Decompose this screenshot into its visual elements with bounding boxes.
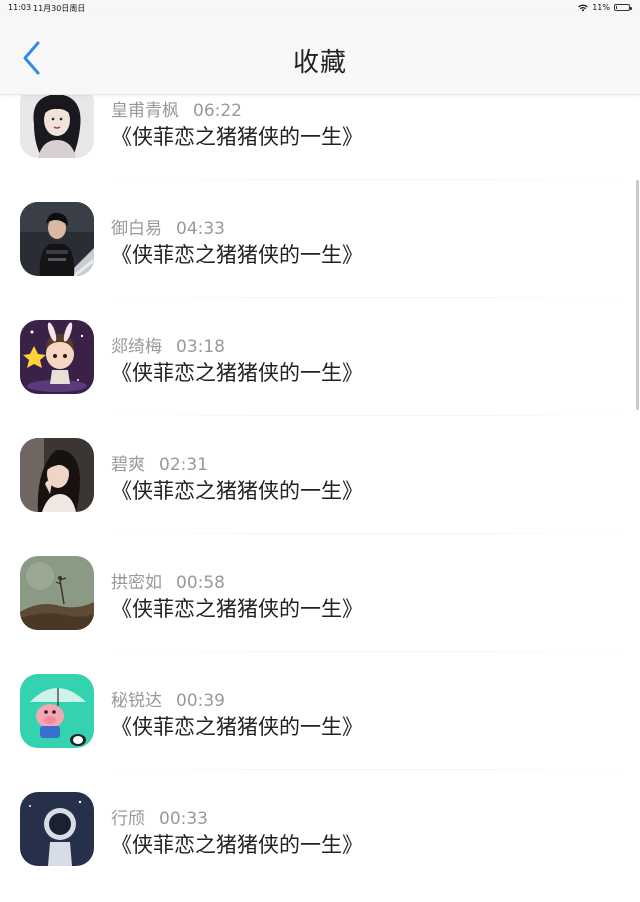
item-time: 00:39	[176, 691, 225, 711]
avatar	[20, 556, 94, 630]
item-time: 00:33	[159, 809, 208, 829]
item-meta: 碧爽 02:31	[111, 450, 208, 475]
author-name: 秘锐达	[111, 691, 162, 711]
item-title: 《侠菲恋之猪猪侠的一生》	[111, 715, 363, 739]
favorite-item[interactable]: 郯绮梅 03:18 《侠菲恋之猪猪侠的一生》	[0, 312, 640, 430]
author-name: 碧爽	[111, 455, 145, 475]
author-name: 拱密如	[111, 573, 162, 593]
nav-bar: 收藏	[0, 16, 640, 95]
avatar	[20, 202, 94, 276]
item-title: 《侠菲恋之猪猪侠的一生》	[111, 243, 363, 267]
favorites-list: 皇甫青枫 06:22 《侠菲恋之猪猪侠的一生》 御白易 04:33 《侠菲恋之猪猪侠…	[0, 0, 640, 866]
page-title: 收藏	[292, 48, 347, 78]
author-name: 郯绮梅	[111, 337, 162, 357]
item-title: 《侠菲恋之猪猪侠的一生》	[111, 479, 363, 503]
author-name: 行颀	[111, 809, 145, 829]
divider	[110, 769, 630, 770]
item-time: 03:18	[176, 337, 225, 357]
avatar	[20, 320, 94, 394]
item-time: 00:58	[176, 573, 225, 593]
item-meta: 御白易 04:33	[111, 214, 225, 239]
author-name: 御白易	[111, 219, 162, 239]
item-meta: 拱密如 00:58	[111, 568, 225, 593]
item-time: 04:33	[176, 219, 225, 239]
avatar	[20, 84, 94, 158]
divider	[110, 415, 630, 416]
avatar	[20, 674, 94, 748]
item-time: 02:31	[159, 455, 208, 475]
item-meta: 郯绮梅 03:18	[111, 332, 225, 357]
avatar	[20, 438, 94, 512]
favorite-item[interactable]: 拱密如 00:58 《侠菲恋之猪猪侠的一生》	[0, 548, 640, 666]
favorite-item[interactable]: 行颀 00:33 《侠菲恋之猪猪侠的一生》	[0, 784, 640, 902]
item-meta: 行颀 00:33	[111, 804, 208, 829]
divider	[110, 651, 630, 652]
author-name: 皇甫青枫	[111, 101, 179, 121]
divider	[110, 533, 630, 534]
divider	[110, 297, 630, 298]
avatar	[20, 792, 94, 866]
divider	[110, 179, 630, 180]
favorite-item[interactable]: 御白易 04:33 《侠菲恋之猪猪侠的一生》	[0, 194, 640, 312]
favorite-item[interactable]: 碧爽 02:31 《侠菲恋之猪猪侠的一生》	[0, 430, 640, 548]
item-title: 《侠菲恋之猪猪侠的一生》	[111, 597, 363, 621]
item-title: 《侠菲恋之猪猪侠的一生》	[111, 833, 363, 857]
item-time: 06:22	[193, 101, 242, 121]
item-title: 《侠菲恋之猪猪侠的一生》	[111, 361, 363, 385]
item-meta: 秘锐达 00:39	[111, 686, 225, 711]
item-meta: 皇甫青枫 06:22	[111, 96, 242, 121]
favorite-item[interactable]: 秘锐达 00:39 《侠菲恋之猪猪侠的一生》	[0, 666, 640, 784]
item-title: 《侠菲恋之猪猪侠的一生》	[111, 125, 363, 149]
